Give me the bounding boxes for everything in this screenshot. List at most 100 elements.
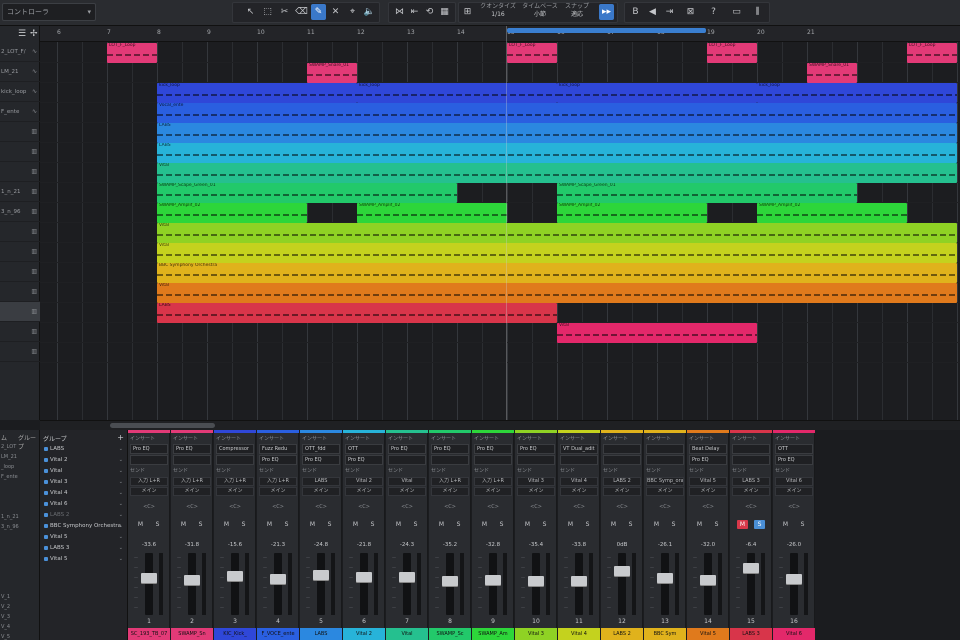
- group-item[interactable]: Vital 5 ⌄: [42, 554, 126, 564]
- group-item[interactable]: LABS ⌄: [42, 444, 126, 454]
- insert-slot-1[interactable]: Beat Delay: [689, 444, 727, 454]
- add-group-icon[interactable]: +: [117, 433, 124, 442]
- fader-handle[interactable]: [614, 566, 630, 576]
- fader-handle[interactable]: [184, 575, 200, 585]
- bold-icon[interactable]: B: [628, 4, 643, 20]
- mixer-track-label[interactable]: 2_LOT: [1, 444, 16, 450]
- group-item[interactable]: Vital 4 ⌄: [42, 488, 126, 498]
- event-clip[interactable]: SWAMP_Scape_Green_01: [557, 183, 857, 203]
- channel-name[interactable]: LABS: [300, 628, 342, 640]
- input-selector[interactable]: BBC Symp_ora: [646, 477, 684, 486]
- insert-slot-1[interactable]: Pro EQ: [431, 444, 469, 454]
- event-clip[interactable]: kick_loop: [757, 83, 957, 103]
- group-visibility-icon[interactable]: ⌄: [119, 444, 123, 454]
- channel-name[interactable]: LABS 2: [601, 628, 643, 640]
- event-clip[interactable]: BBC Symphony Orchestra: [157, 263, 957, 283]
- input-selector[interactable]: 入力 L+R: [259, 477, 297, 486]
- solo-button[interactable]: S: [496, 520, 507, 529]
- fader-handle[interactable]: [141, 573, 157, 583]
- solo-button[interactable]: S: [195, 520, 206, 529]
- range-tool-icon[interactable]: ⬚: [260, 4, 275, 20]
- insert-slot-1[interactable]: Compressor: [216, 444, 254, 454]
- insert-slot-1[interactable]: OTT: [775, 444, 813, 454]
- input-selector[interactable]: LABS 3: [732, 477, 770, 486]
- quantize-icon[interactable]: ⋈: [392, 4, 407, 20]
- quantize-field[interactable]: クオンタイズ 1/16: [478, 3, 518, 19]
- output-selector[interactable]: メイン: [474, 487, 512, 496]
- solo-button[interactable]: S: [453, 520, 464, 529]
- insert-slot-2[interactable]: [431, 455, 469, 465]
- insert-slot-1[interactable]: OTT: [345, 444, 383, 454]
- fader-handle[interactable]: [485, 575, 501, 585]
- insert-slot-1[interactable]: [732, 444, 770, 454]
- group-item[interactable]: Vital ⌄: [42, 466, 126, 476]
- volume-fader[interactable]: [403, 553, 411, 615]
- event-clip[interactable]: LABS: [157, 303, 557, 323]
- mute-button[interactable]: M: [780, 520, 791, 529]
- insert-slot-1[interactable]: Pro EQ: [173, 444, 211, 454]
- fader-handle[interactable]: [528, 576, 544, 586]
- fader-handle[interactable]: [442, 576, 458, 586]
- event-clip[interactable]: Vital: [157, 223, 957, 243]
- timeline-ruler[interactable]: 6789101112131415161718192021: [40, 26, 960, 42]
- track-header[interactable]: ▥: [0, 302, 40, 322]
- volume-fader[interactable]: [618, 553, 626, 615]
- input-selector[interactable]: Vital 5: [689, 477, 727, 486]
- mute-button[interactable]: M: [565, 520, 576, 529]
- channel-name[interactable]: LABS 3: [730, 628, 772, 640]
- mute-button[interactable]: M: [737, 520, 748, 529]
- output-selector[interactable]: メイン: [646, 487, 684, 496]
- insert-slot-2[interactable]: [474, 455, 512, 465]
- mute-button[interactable]: M: [479, 520, 490, 529]
- mixer-track-label[interactable]: F_ente: [1, 474, 18, 480]
- solo-button[interactable]: S: [281, 520, 292, 529]
- output-selector[interactable]: メイン: [130, 487, 168, 496]
- fader-handle[interactable]: [356, 572, 372, 582]
- output-selector[interactable]: メイン: [689, 487, 727, 496]
- mute-button[interactable]: M: [178, 520, 189, 529]
- scroll-thumb[interactable]: [110, 423, 215, 428]
- fader-handle[interactable]: [270, 574, 286, 584]
- group-visibility-icon[interactable]: ⌄: [119, 455, 123, 465]
- insert-slot-2[interactable]: Pro EQ: [259, 455, 297, 465]
- solo-button[interactable]: S: [367, 520, 378, 529]
- channel-name[interactable]: SWAMP_Am: [472, 628, 514, 640]
- channel-name[interactable]: SC_193_TB_07: [128, 628, 170, 640]
- volume-fader[interactable]: [231, 553, 239, 615]
- track-lane[interactable]: [40, 342, 960, 363]
- input-selector[interactable]: LABS 2: [603, 477, 641, 486]
- fader-handle[interactable]: [700, 575, 716, 585]
- mixer-track-label[interactable]: LM_21: [1, 454, 17, 460]
- track-header[interactable]: ▥: [0, 262, 40, 282]
- group-item[interactable]: Vital 5 ⌄: [42, 532, 126, 542]
- group-visibility-icon[interactable]: ⌄: [119, 477, 123, 487]
- input-selector[interactable]: Vital 6: [775, 477, 813, 486]
- track-header[interactable]: ▥: [0, 342, 40, 362]
- input-selector[interactable]: Vital 2: [345, 477, 383, 486]
- track-header[interactable]: 2_LOT_F/ ∿: [0, 42, 40, 62]
- loop-icon[interactable]: ⟲: [422, 4, 437, 20]
- solo-button[interactable]: S: [539, 520, 550, 529]
- track-lane[interactable]: [40, 322, 960, 343]
- mixer-track-label[interactable]: 1_n_21: [1, 514, 19, 520]
- split-tool-icon[interactable]: ✂: [277, 4, 292, 20]
- mute-button[interactable]: M: [350, 520, 361, 529]
- event-clip[interactable]: Vital: [157, 243, 957, 263]
- input-selector[interactable]: Vital: [388, 477, 426, 486]
- horizontal-scrollbar[interactable]: [40, 420, 960, 430]
- group-visibility-icon[interactable]: ⌄: [119, 499, 123, 509]
- event-clip[interactable]: SWAMP_Amplif_02: [557, 203, 707, 223]
- add-track-icon[interactable]: ✢: [30, 29, 38, 39]
- mute-button[interactable]: M: [221, 520, 232, 529]
- solo-button[interactable]: S: [754, 520, 765, 529]
- volume-fader[interactable]: [317, 553, 325, 615]
- window-icon[interactable]: ▭: [729, 4, 744, 20]
- group-visibility-icon[interactable]: ⌄: [119, 510, 123, 520]
- output-selector[interactable]: メイン: [431, 487, 469, 496]
- solo-button[interactable]: S: [668, 520, 679, 529]
- insert-slot-2[interactable]: [517, 455, 555, 465]
- insert-slot-1[interactable]: [646, 444, 684, 454]
- track-header[interactable]: 3_n_96 ▥: [0, 202, 40, 222]
- input-selector[interactable]: Vital 3: [517, 477, 555, 486]
- fader-handle[interactable]: [313, 570, 329, 580]
